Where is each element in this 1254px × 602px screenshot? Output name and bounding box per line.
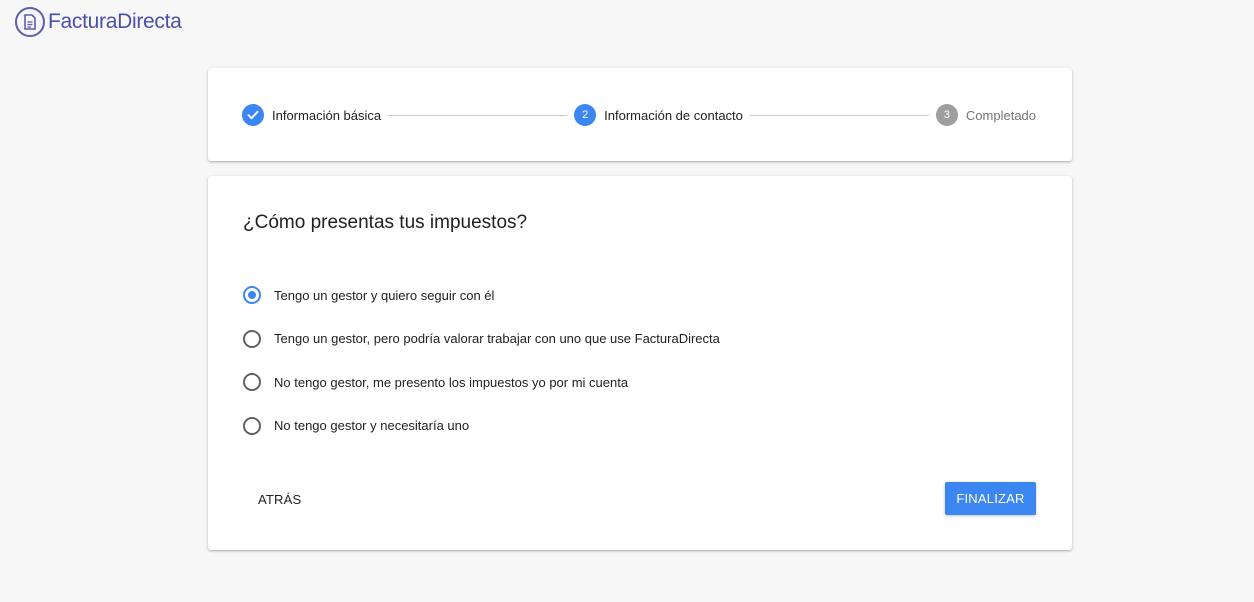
radio-label: No tengo gestor y necesitaría uno: [274, 418, 470, 433]
step-label: Completado: [965, 107, 1037, 123]
step-number: 2: [574, 104, 597, 126]
stepper: Información básica 2 Información de cont…: [242, 103, 1036, 127]
step-completed: 3 Completado: [935, 104, 1037, 126]
radio-unchecked-icon[interactable]: [243, 416, 261, 435]
brand-name: FacturaDirecta: [48, 10, 182, 33]
radio-label: Tengo un gestor y quiero seguir con él: [274, 287, 495, 303]
form-question: ¿Cómo presentas tus impuestos?: [243, 212, 528, 233]
radio-option[interactable]: No tengo gestor y necesitaría uno: [243, 415, 720, 437]
step-label: Información de contacto: [604, 107, 743, 123]
radio-option[interactable]: Tengo un gestor y quiero seguir con él: [243, 284, 720, 306]
finish-button[interactable]: FINALIZAR: [945, 482, 1036, 515]
radio-group: Tengo un gestor y quiero seguir con él T…: [243, 284, 720, 458]
step-basic-info: Información básica: [242, 104, 381, 126]
document-icon: [15, 7, 45, 37]
radio-option[interactable]: No tengo gestor, me presento los impuest…: [243, 371, 720, 393]
brand-logo[interactable]: FacturaDirecta: [15, 7, 182, 37]
stepper-card: Información básica 2 Información de cont…: [208, 68, 1072, 161]
step-connector: [388, 114, 568, 116]
radio-label: Tengo un gestor, pero podría valorar tra…: [274, 331, 720, 346]
step-contact-info: 2 Información de contacto: [574, 104, 743, 126]
check-icon: [242, 104, 264, 126]
radio-unchecked-icon[interactable]: [243, 373, 261, 391]
step-number: 3: [935, 104, 958, 126]
radio-unchecked-icon[interactable]: [243, 329, 261, 348]
step-connector: [749, 114, 929, 116]
radio-checked-icon[interactable]: [243, 286, 261, 304]
radio-label: No tengo gestor, me presento los impuest…: [274, 374, 629, 390]
radio-option[interactable]: Tengo un gestor, pero podría valorar tra…: [243, 328, 720, 350]
tax-form-card: ¿Cómo presentas tus impuestos? Tengo un …: [208, 176, 1072, 550]
back-button[interactable]: ATRÁS: [246, 482, 313, 516]
step-label: Información básica: [272, 107, 382, 123]
